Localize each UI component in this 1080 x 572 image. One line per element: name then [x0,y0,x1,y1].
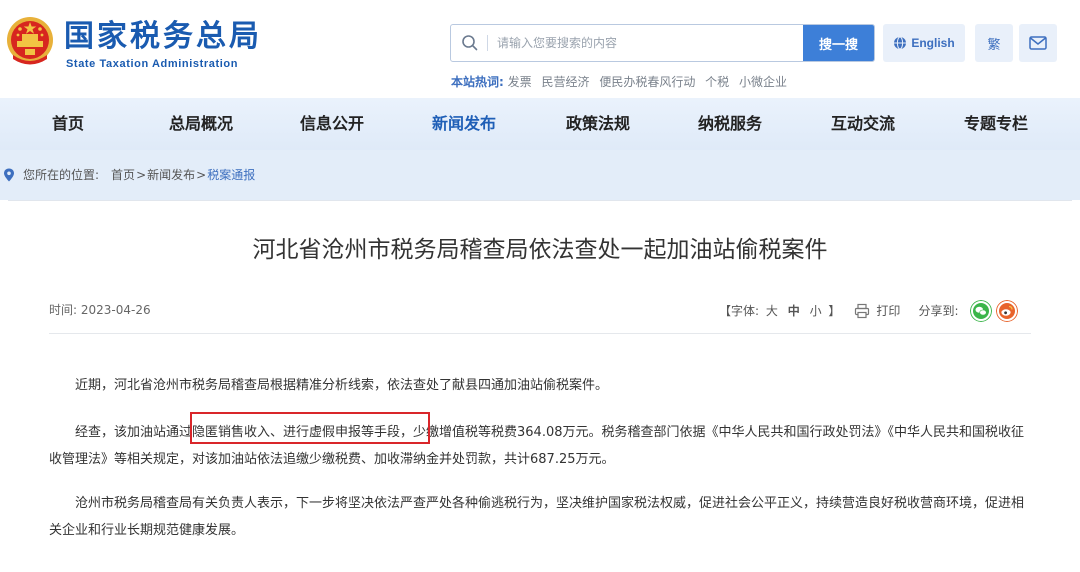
national-emblem-icon[interactable] [5,15,55,69]
font-size-small[interactable]: 小 [810,304,822,318]
nav-item-special-topics[interactable]: 专题专栏 [964,98,1028,150]
breadcrumb-separator: > [196,168,207,182]
article-title: 河北省沧州市税务局稽查局依法查处一起加油站偷税案件 [252,237,828,263]
traditional-chinese-button[interactable]: 繁 [975,24,1013,62]
mail-icon [1029,36,1047,50]
font-size-open: 【字体: [719,304,760,318]
hot-word-link[interactable]: 便民办税春风行动 [599,75,695,89]
breadcrumb-label: 您所在的位置: [23,168,100,182]
breadcrumb: 您所在的位置: 首页 > 新闻发布 > 税案通报 [3,167,255,183]
search-bar: 搜一搜 [450,24,875,62]
hot-word-link[interactable]: 个税 [705,75,729,89]
hot-words-label: 本站热词: [451,75,504,89]
nav-item-info-disclosure[interactable]: 信息公开 [300,98,364,150]
article-paragraph: 沧州市税务局稽查局有关负责人表示，下一步将坚决依法严查严处各种偷逃税行为，坚决维… [49,496,1025,538]
main-nav: 首页 总局概况 信息公开 新闻发布 政策法规 纳税服务 互动交流 专题专栏 [0,98,1080,150]
location-pin-icon [4,168,14,182]
nav-item-home[interactable]: 首页 [52,98,84,150]
english-button[interactable]: English [883,24,965,62]
breadcrumb-section[interactable]: 新闻发布 [147,167,195,183]
breadcrumb-home[interactable]: 首页 [111,167,135,183]
weibo-share-icon[interactable] [996,300,1019,322]
share-label: 分享到: [918,304,959,318]
hot-word-link[interactable]: 小微企业 [739,75,787,89]
hot-words: 本站热词: 发票 民营经济 便民办税春风行动 个税 小微企业 [451,74,793,90]
search-input[interactable] [497,25,803,61]
font-size-medium[interactable]: 中 [788,304,800,318]
article-paragraph: 近期，河北省沧州市税务局稽查局根据精准分析线索，依法查处了献县四通加油站偷税案件… [75,378,609,393]
printer-icon[interactable] [854,303,870,319]
breadcrumb-current[interactable]: 税案通报 [207,167,255,183]
nav-item-news[interactable]: 新闻发布 [432,98,496,150]
brand-name-cn[interactable]: 国家税务总局 [64,18,262,56]
print-button[interactable]: 打印 [876,301,900,321]
hot-word-link[interactable]: 发票 [508,75,532,89]
search-button[interactable]: 搜一搜 [803,25,874,61]
english-label: English [911,36,955,50]
publish-date: 时间: 2023-04-26 [49,303,151,317]
search-icon [462,35,478,51]
hot-word-link[interactable]: 民营经济 [541,75,589,89]
font-size-close: 】 [828,304,841,318]
brand-name-en: State Taxation Administration [66,58,239,70]
article-tools: 【字体: 大 中 小 】 打印 分享到: [719,300,1019,322]
site-header: 国家税务总局 State Taxation Administration 搜一搜… [0,0,1080,98]
breadcrumb-separator: > [136,168,147,182]
meta-divider [49,333,1031,334]
red-highlight-box [190,412,430,444]
mail-button[interactable] [1019,24,1057,62]
nav-item-interaction[interactable]: 互动交流 [831,98,895,150]
font-size-large[interactable]: 大 [766,304,778,318]
nav-item-tax-service[interactable]: 纳税服务 [698,98,762,150]
nav-item-policy[interactable]: 政策法规 [566,98,630,150]
font-size-selector: 【字体: 大 中 小 】 [719,301,840,321]
search-divider [487,35,488,51]
globe-icon [894,36,907,50]
wechat-share-icon[interactable] [970,300,993,322]
nav-item-overview[interactable]: 总局概况 [169,98,233,150]
